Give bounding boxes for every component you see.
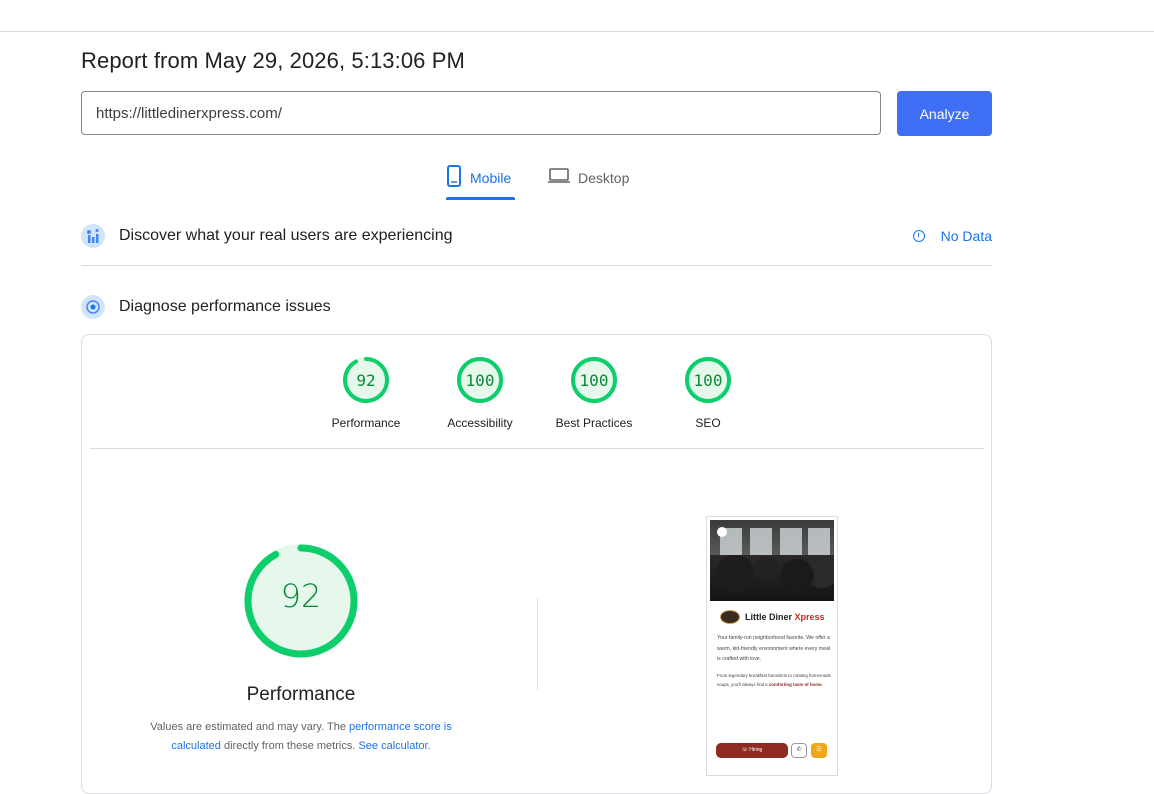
diagnose-section-header: Diagnose performance issues [81, 295, 992, 319]
crux-section-header[interactable]: Discover what your real users are experi… [81, 224, 992, 248]
site-paragraph-2: From legendary breakfast benedicts to ro… [717, 671, 831, 689]
hiring-button: ☏ Hiring [716, 743, 788, 758]
site-paragraph: Your family-run neighborhood favorite. W… [717, 635, 831, 662]
score-label: Best Practices [555, 416, 633, 430]
top-bar [0, 0, 1154, 32]
description-text: Values are estimated and may vary. The [150, 721, 349, 733]
report-title: Report from May 29, 2026, 5:13:06 PM [81, 48, 465, 73]
laptop-icon [548, 165, 570, 188]
no-data-label: No Data [940, 228, 992, 244]
see-calculator-link[interactable]: See calculator. [358, 740, 430, 752]
performance-description: Values are estimated and may vary. The p… [130, 718, 472, 756]
target-icon [81, 295, 105, 319]
tab-mobile[interactable]: Mobile [446, 165, 516, 201]
performance-score-label: Performance [246, 684, 356, 705]
score-value: 100 [579, 371, 609, 390]
card-divider [90, 448, 984, 449]
score-gauge-accessibility[interactable]: 100 Accessibility [430, 356, 530, 430]
description-text-middle: directly from these metrics. [220, 740, 359, 752]
analyze-button[interactable]: Analyze [897, 91, 992, 136]
hero-photo [710, 520, 834, 601]
paragraph-bold: comforting taste of home. [768, 682, 823, 687]
tab-mobile-indicator [446, 197, 515, 200]
info-icon [912, 230, 925, 242]
brand-accent: Xpress [794, 612, 825, 622]
crux-title: Discover what your real users are experi… [119, 227, 453, 244]
page-screenshot: Little Diner Xpress Your family-run neig… [706, 516, 838, 776]
section-divider [81, 265, 992, 266]
tab-desktop[interactable]: Desktop [548, 165, 629, 201]
phone-icon: ✆ [791, 743, 807, 758]
diagnose-title: Diagnose performance issues [119, 298, 331, 315]
site-brand: Little Diner Xpress [745, 612, 825, 622]
vertical-divider [537, 598, 538, 690]
diner-logo-icon [720, 610, 740, 624]
smartphone-icon [446, 165, 462, 190]
people-group [710, 555, 834, 601]
score-gauge-seo[interactable]: 100 SEO [658, 356, 758, 430]
score-label: Accessibility [447, 416, 513, 430]
url-field[interactable] [81, 91, 881, 135]
score-gauge-best-practices[interactable]: 100 Best Practices [544, 356, 644, 430]
menu-icon: ☰ [811, 743, 827, 758]
tab-desktop-label: Desktop [578, 170, 630, 186]
url-input[interactable] [82, 92, 880, 134]
score-value: 100 [465, 371, 495, 390]
tab-mobile-label: Mobile [470, 170, 512, 186]
score-value: 100 [693, 371, 723, 390]
no-data-status[interactable]: No Data [912, 228, 992, 244]
score-label: Performance [331, 416, 401, 430]
score-label: SEO [695, 416, 721, 430]
hamburger-icon [717, 527, 727, 537]
performance-score-value: 92 [280, 577, 322, 615]
score-gauge-performance[interactable]: 92 Performance [316, 356, 416, 430]
brand-text: Little Diner [745, 612, 795, 622]
score-value: 92 [356, 371, 376, 390]
users-chart-icon [81, 224, 105, 248]
